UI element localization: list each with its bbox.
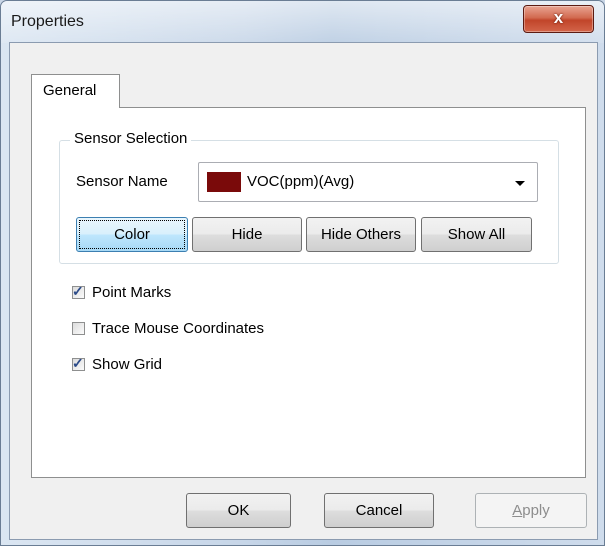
- apply-access-key: A: [512, 502, 523, 519]
- point-marks-label: Point Marks: [92, 284, 172, 301]
- ok-button[interactable]: OK: [186, 493, 291, 528]
- trace-mouse-label: Trace Mouse Coordinates: [92, 320, 265, 337]
- sensor-name-dropdown[interactable]: VOC(ppm)(Avg): [198, 162, 538, 202]
- show-grid-checkbox[interactable]: ✓: [72, 355, 85, 371]
- window-title: Properties: [11, 13, 84, 30]
- dialog-client-area: General Sensor Selection Sensor Name VOC…: [9, 42, 598, 540]
- checkmark-icon: ✓: [72, 355, 84, 371]
- general-tab-panel: Sensor Selection Sensor Name VOC(ppm)(Av…: [31, 107, 586, 478]
- selected-sensor-value: VOC(ppm)(Avg): [247, 173, 355, 190]
- color-button[interactable]: Color: [76, 217, 188, 252]
- title-bar[interactable]: Properties x: [1, 1, 604, 43]
- dropdown-arrow-icon[interactable]: [515, 181, 525, 186]
- hide-others-button[interactable]: Hide Others: [306, 217, 416, 252]
- checkmark-icon: ✓: [72, 283, 84, 299]
- apply-button[interactable]: Apply: [475, 493, 587, 528]
- cancel-button[interactable]: Cancel: [324, 493, 434, 528]
- sensor-selection-group: Sensor Selection Sensor Name VOC(ppm)(Av…: [59, 130, 559, 264]
- show-grid-label: Show Grid: [92, 356, 163, 373]
- properties-dialog: Properties x General Sensor Selection Se…: [0, 0, 605, 546]
- trace-mouse-checkbox[interactable]: [72, 322, 85, 335]
- sensor-name-label: Sensor Name: [76, 173, 168, 190]
- apply-label-rest: pply: [522, 502, 550, 519]
- hide-button[interactable]: Hide: [192, 217, 302, 252]
- close-icon: x: [553, 8, 564, 27]
- point-marks-checkbox[interactable]: ✓: [72, 283, 85, 299]
- sensor-color-swatch: [207, 172, 241, 192]
- show-all-button[interactable]: Show All: [421, 217, 532, 252]
- tab-general-label: General: [43, 82, 97, 99]
- sensor-selection-title: Sensor Selection: [70, 130, 192, 147]
- close-button[interactable]: x: [523, 5, 594, 33]
- tab-general[interactable]: General: [31, 74, 120, 108]
